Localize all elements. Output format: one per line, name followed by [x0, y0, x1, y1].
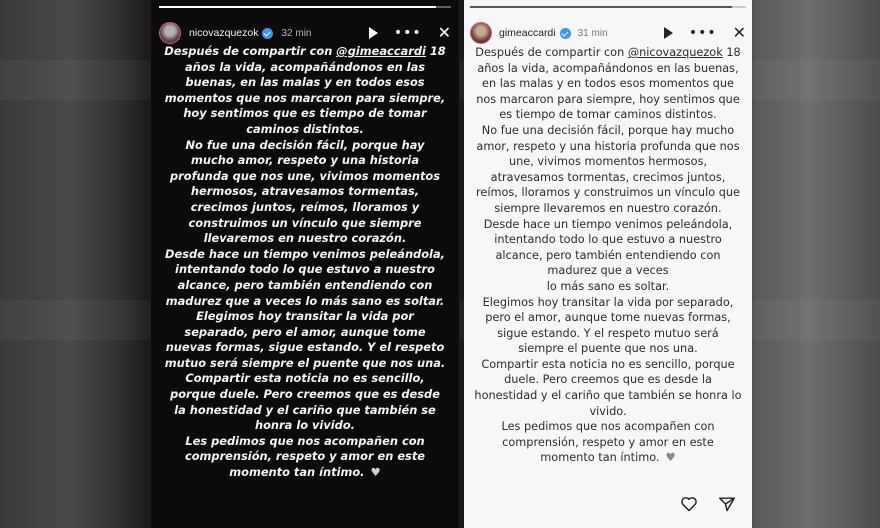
story-progress-fill	[470, 6, 733, 8]
story-progress-fill	[159, 6, 437, 8]
statement-paragraph: Compartir esta noticia no es sencillo, p…	[170, 371, 440, 433]
story-progress-bar	[159, 6, 451, 8]
close-icon[interactable]: ✕	[733, 25, 746, 41]
statement-paragraph: Desde hace un tiempo venimos peleándola,…	[165, 246, 445, 308]
avatar[interactable]	[159, 22, 181, 44]
story-timestamp: 32 min	[281, 27, 312, 39]
paragraph-text: Les pedimos que nos acompañen con compre…	[501, 420, 715, 465]
heart-icon: ♥	[370, 465, 381, 480]
story-statement-text: Después de compartir con @nicovazquezok …	[474, 45, 742, 466]
statement-paragraph: Les pedimos que nos acompañen con compre…	[474, 419, 742, 466]
verified-badge-icon	[262, 27, 274, 39]
play-icon[interactable]	[663, 27, 673, 39]
statement-paragraph: Desde hace un tiempo venimos peleándola,…	[483, 217, 733, 278]
statement-paragraph: No fue una decisión fácil, porque hay mu…	[170, 137, 440, 246]
statement-paragraph: Les pedimos que nos acompañen con compre…	[163, 434, 447, 481]
statement-paragraph: Después de compartir con @gimeaccardi 18…	[163, 44, 447, 138]
avatar[interactable]	[470, 22, 492, 44]
story-progress-bar	[470, 6, 746, 8]
story-right[interactable]: gimeaccardi 31 min ••• ✕ Después de comp…	[464, 0, 752, 528]
paragraph-text: Les pedimos que nos acompañen con compre…	[184, 433, 426, 480]
story-header: nicovazquezok 32 min ••• ✕	[159, 22, 451, 44]
paragraph-text: Después de compartir con	[164, 44, 337, 58]
statement-paragraph: Elegimos hoy transitar la vida por separ…	[164, 309, 446, 370]
verified-badge-icon	[559, 27, 571, 39]
statement-paragraph: No fue una decisión fácil, porque hay mu…	[475, 123, 740, 215]
story-username[interactable]: gimeaccardi	[499, 27, 556, 39]
story-left[interactable]: nicovazquezok 32 min ••• ✕ Después de co…	[151, 0, 459, 528]
statement-paragraph: Después de compartir con @nicovazquezok …	[474, 45, 742, 123]
close-icon[interactable]: ✕	[438, 25, 451, 41]
more-dots-icon[interactable]: •••	[394, 26, 422, 40]
statement-paragraph: lo más sano es soltar.	[546, 279, 670, 293]
mention-link[interactable]: @gimeaccardi	[336, 44, 426, 58]
statement-paragraph: Compartir esta noticia no es sencillo, p…	[474, 357, 742, 418]
heart-icon: ♥	[665, 451, 676, 465]
story-statement-text: Después de compartir con @gimeaccardi 18…	[163, 44, 447, 481]
statement-paragraph: Elegimos hoy transitar la vida por separ…	[482, 295, 734, 356]
paragraph-text: Después de compartir con	[475, 46, 628, 59]
send-icon[interactable]	[718, 496, 736, 512]
like-heart-icon[interactable]	[680, 496, 698, 512]
story-username[interactable]: nicovazquezok	[189, 27, 258, 39]
play-icon[interactable]	[368, 27, 378, 39]
story-timestamp: 31 min	[577, 27, 608, 39]
more-dots-icon[interactable]: •••	[689, 26, 717, 40]
story-header: gimeaccardi 31 min ••• ✕	[470, 22, 746, 44]
story-actions	[680, 496, 736, 512]
mention-link[interactable]: @nicovazquezok	[628, 46, 723, 59]
